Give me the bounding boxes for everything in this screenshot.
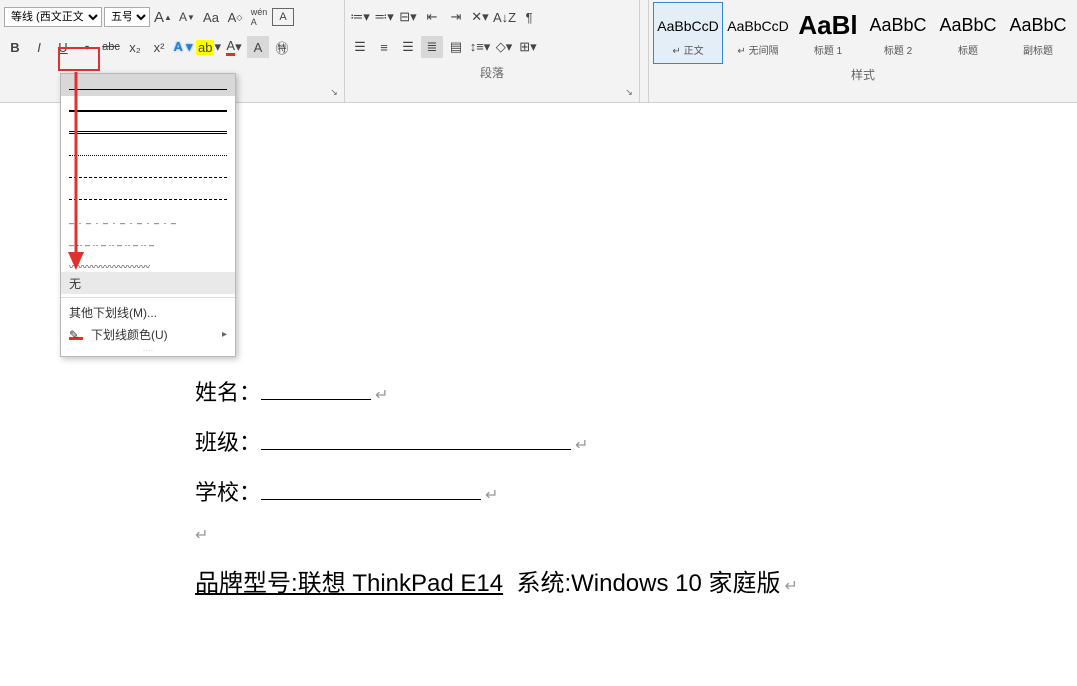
style-title[interactable]: AaBbC 标题 bbox=[933, 2, 1003, 64]
show-marks-button[interactable]: ¶ bbox=[518, 6, 540, 28]
phonetic-guide-button[interactable]: wénA bbox=[248, 6, 270, 28]
label-name: 姓名： bbox=[195, 375, 261, 407]
text-effects-button[interactable]: A ▾ bbox=[172, 36, 194, 58]
underline-style-dash-thin[interactable] bbox=[61, 162, 235, 184]
doc-line-empty: ↵ bbox=[195, 525, 798, 545]
return-mark-icon: ↵ bbox=[485, 485, 498, 505]
shrink-font-button[interactable]: A▼ bbox=[176, 6, 198, 28]
highlight-button[interactable]: ab▾ bbox=[196, 36, 221, 58]
align-right-button[interactable]: ☰ bbox=[397, 36, 419, 58]
superscript-button[interactable]: x² bbox=[148, 36, 170, 58]
subscript-button[interactable]: x₂ bbox=[124, 36, 146, 58]
enclose-char-button[interactable]: ㊕ bbox=[271, 36, 293, 58]
shading-button[interactable]: ◇▾ bbox=[493, 36, 515, 58]
style-subtitle[interactable]: AaBbC 副标题 bbox=[1003, 2, 1073, 64]
underline-style-dashdot[interactable] bbox=[61, 206, 235, 228]
multilevel-list-button[interactable]: ⊟▾ bbox=[397, 6, 419, 28]
info-rest-text: 系统:Windows 10 家庭版 bbox=[503, 563, 780, 598]
font-name-select[interactable]: 等线 (西文正文) bbox=[4, 7, 102, 27]
underline-style-double[interactable] bbox=[61, 118, 235, 140]
justify-button[interactable]: ≣ bbox=[421, 36, 443, 58]
underline-dropdown: 无 其他下划线(M)... ✎ 下划线颜色(U) ▸ ···· bbox=[60, 73, 236, 357]
underline-style-wave[interactable] bbox=[61, 250, 235, 272]
italic-button[interactable]: I bbox=[28, 36, 50, 58]
style-no-spacing[interactable]: AaBbCcD ↵ 无间隔 bbox=[723, 2, 793, 64]
styles-group: AaBbCcD ↵ 正文 AaBbCcD ↵ 无间隔 AaBl 标题 1 AaB… bbox=[649, 0, 1077, 102]
return-mark-icon: ↵ bbox=[575, 435, 588, 455]
style-heading2[interactable]: AaBbC 标题 2 bbox=[863, 2, 933, 64]
underline-color-button[interactable]: ✎ 下划线颜色(U) ▸ bbox=[61, 323, 235, 345]
underline-button[interactable]: U bbox=[52, 36, 74, 58]
bullets-button[interactable]: ≔▾ bbox=[349, 6, 371, 28]
doc-line-class: 班级： ↵ bbox=[195, 425, 798, 457]
sort-button[interactable]: A↓Z bbox=[493, 6, 516, 28]
underline-style-solid[interactable] bbox=[61, 74, 235, 96]
doc-line-name: 姓名： ↵ bbox=[195, 375, 798, 407]
char-shading-button[interactable]: A bbox=[247, 36, 269, 58]
styles-group-label: 样式 bbox=[653, 64, 1073, 85]
align-left-button[interactable]: ☰ bbox=[349, 36, 371, 58]
underline-field-school[interactable] bbox=[261, 499, 481, 500]
numbering-button[interactable]: ≕▾ bbox=[373, 6, 395, 28]
style-heading1[interactable]: AaBl 标题 1 bbox=[793, 2, 863, 64]
document-page: 姓名： ↵ 班级： ↵ 学校： ↵ ↵ 品牌型号:联想 ThinkPad E14… bbox=[195, 145, 798, 616]
paragraph-dialog-launcher[interactable]: ↘ bbox=[622, 85, 636, 99]
underline-field-class[interactable] bbox=[261, 449, 571, 450]
chevron-right-icon: ▸ bbox=[222, 329, 227, 340]
underline-dropdown-button[interactable]: ▾ bbox=[76, 36, 98, 58]
style-normal[interactable]: AaBbCcD ↵ 正文 bbox=[653, 2, 723, 64]
char-border-button[interactable]: A bbox=[272, 8, 294, 26]
underline-color-icon: ✎ bbox=[69, 328, 83, 340]
borders-button[interactable]: ⊞▾ bbox=[517, 36, 539, 58]
style-gallery: AaBbCcD ↵ 正文 AaBbCcD ↵ 无间隔 AaBl 标题 1 AaB… bbox=[653, 2, 1073, 64]
clear-formatting-button[interactable]: A◇ bbox=[224, 6, 246, 28]
underline-style-dashdotdot[interactable] bbox=[61, 228, 235, 250]
paragraph-group-label: 段落 bbox=[349, 62, 635, 83]
font-dialog-launcher[interactable]: ↘ bbox=[327, 85, 341, 99]
return-mark-icon: ↵ bbox=[195, 525, 208, 545]
distribute-button[interactable]: ▤ bbox=[445, 36, 467, 58]
increase-indent-button[interactable]: ⇥ bbox=[445, 6, 467, 28]
decrease-indent-button[interactable]: ⇤ bbox=[421, 6, 443, 28]
font-size-select[interactable]: 五号 bbox=[104, 7, 150, 27]
underline-more-button[interactable]: 其他下划线(M)... bbox=[61, 301, 235, 323]
paragraph-group: ≔▾ ≕▾ ⊟▾ ⇤ ⇥ ✕▾ A↓Z ¶ ☰ ≡ ☰ ≣ ▤ ↕≡▾ ◇▾ ⊞… bbox=[345, 0, 640, 102]
grow-font-button[interactable]: A▲ bbox=[152, 6, 174, 28]
underline-style-dash[interactable] bbox=[61, 184, 235, 206]
underline-style-none[interactable]: 无 bbox=[61, 272, 235, 294]
spacer-group bbox=[640, 0, 649, 102]
info-underlined-text: 品牌型号:联想 ThinkPad E14 bbox=[195, 563, 503, 598]
return-mark-icon: ↵ bbox=[785, 576, 798, 596]
label-class: 班级： bbox=[195, 425, 261, 457]
font-color-button[interactable]: A▾ bbox=[223, 36, 245, 58]
underline-field-name[interactable] bbox=[261, 399, 371, 400]
label-school: 学校： bbox=[195, 475, 261, 507]
underline-style-dotted[interactable] bbox=[61, 140, 235, 162]
return-mark-icon: ↵ bbox=[375, 385, 388, 405]
bold-button[interactable]: B bbox=[4, 36, 26, 58]
change-case-button[interactable]: Aa bbox=[200, 6, 222, 28]
strikethrough-button[interactable]: abc bbox=[100, 36, 122, 58]
line-spacing-button[interactable]: ↕≡▾ bbox=[469, 36, 491, 58]
doc-line-school: 学校： ↵ bbox=[195, 475, 798, 507]
underline-style-thick[interactable] bbox=[61, 96, 235, 118]
doc-line-info: 品牌型号:联想 ThinkPad E14 系统:Windows 10 家庭版 ↵ bbox=[195, 563, 798, 598]
align-center-button[interactable]: ≡ bbox=[373, 36, 395, 58]
asian-layout-button[interactable]: ✕▾ bbox=[469, 6, 491, 28]
